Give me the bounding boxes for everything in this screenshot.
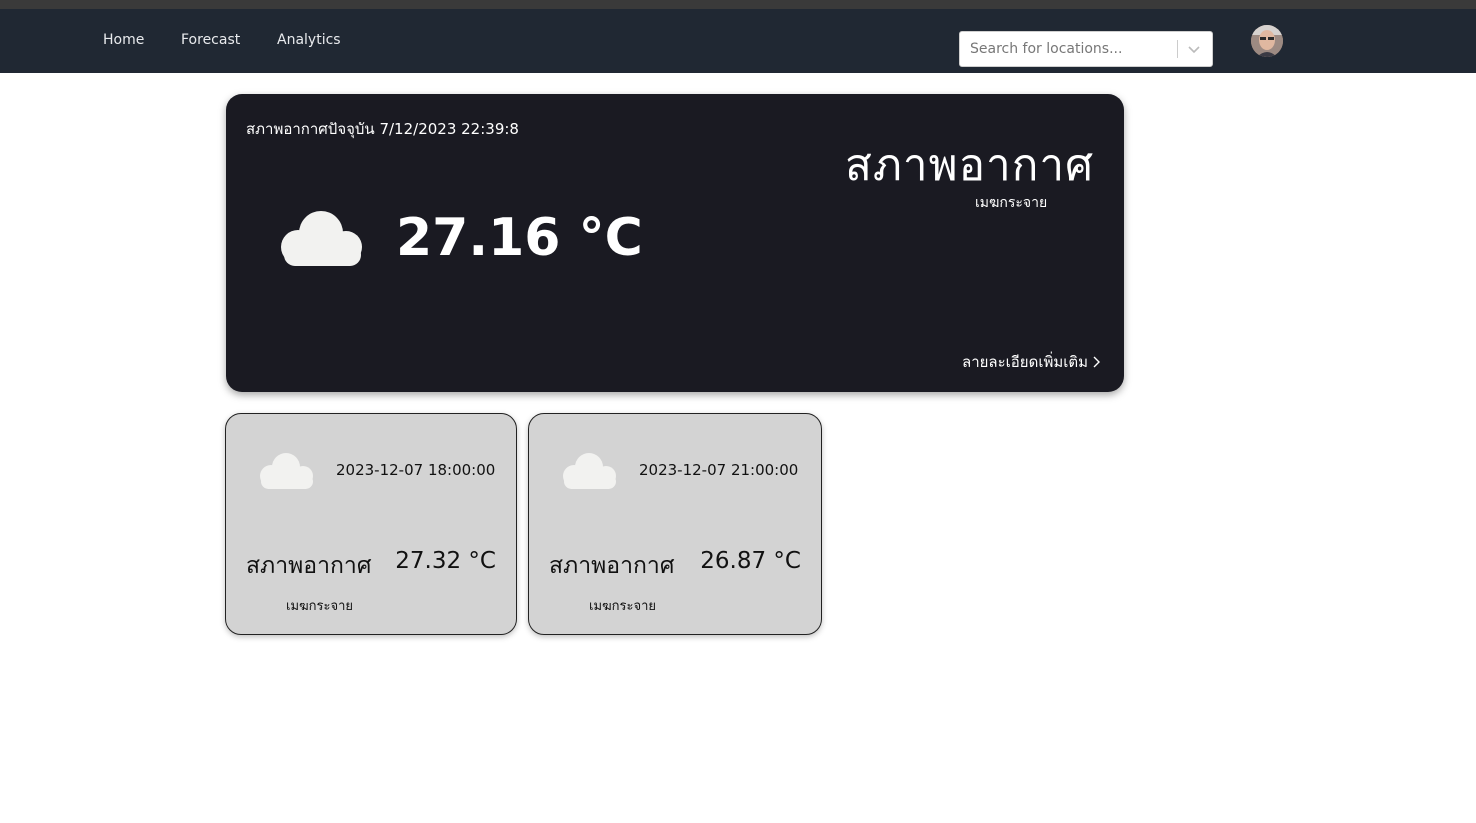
current-description: เมฆกระจาย	[975, 195, 1048, 211]
chevron-right-icon	[1093, 356, 1100, 368]
forecast-title: สภาพอากาศ	[246, 553, 372, 579]
current-datetime: สภาพอากาศปัจจุบัน 7/12/2023 22:39:8	[246, 120, 519, 138]
forecast-title: สภาพอากาศ	[549, 553, 675, 579]
nav-link-home[interactable]: Home	[103, 32, 144, 48]
forecast-temperature: 26.87 °C	[700, 548, 801, 574]
forecast-description: เมฆกระจาย	[589, 599, 657, 614]
more-details-link[interactable]: ลายละเอียดเพิ่มเติม	[962, 350, 1100, 374]
window-top-strip	[0, 0, 1476, 9]
forecast-card: 2023-12-07 18:00:00 สภาพอากาศ 27.32 °C เ…	[225, 413, 517, 635]
cloud-icon	[563, 453, 616, 489]
cloud-icon	[260, 453, 313, 489]
forecast-time: 2023-12-07 21:00:00	[639, 461, 799, 479]
chevron-down-icon[interactable]	[1186, 41, 1202, 57]
search-separator	[1177, 40, 1178, 58]
more-details-label: ลายละเอียดเพิ่มเติม	[962, 353, 1088, 371]
cloud-icon	[281, 211, 362, 266]
nav-link-analytics[interactable]: Analytics	[277, 32, 341, 48]
current-weather-card: สภาพอากาศปัจจุบัน 7/12/2023 22:39:8 สภาพ…	[226, 94, 1124, 392]
search-input[interactable]	[960, 32, 1172, 66]
nav-link-forecast[interactable]: Forecast	[181, 32, 240, 48]
forecast-time: 2023-12-07 18:00:00	[336, 461, 496, 479]
user-avatar[interactable]	[1251, 25, 1283, 57]
forecast-card: 2023-12-07 21:00:00 สภาพอากาศ 26.87 °C เ…	[528, 413, 822, 635]
forecast-description: เมฆกระจาย	[286, 599, 354, 614]
current-title: สภาพอากาศ	[845, 140, 1094, 191]
forecast-temperature: 27.32 °C	[395, 548, 496, 574]
current-temperature: 27.16 °C	[396, 208, 643, 268]
navbar: Home Forecast Analytics	[0, 9, 1476, 73]
location-search	[959, 31, 1213, 67]
avatar-image	[1251, 25, 1283, 57]
